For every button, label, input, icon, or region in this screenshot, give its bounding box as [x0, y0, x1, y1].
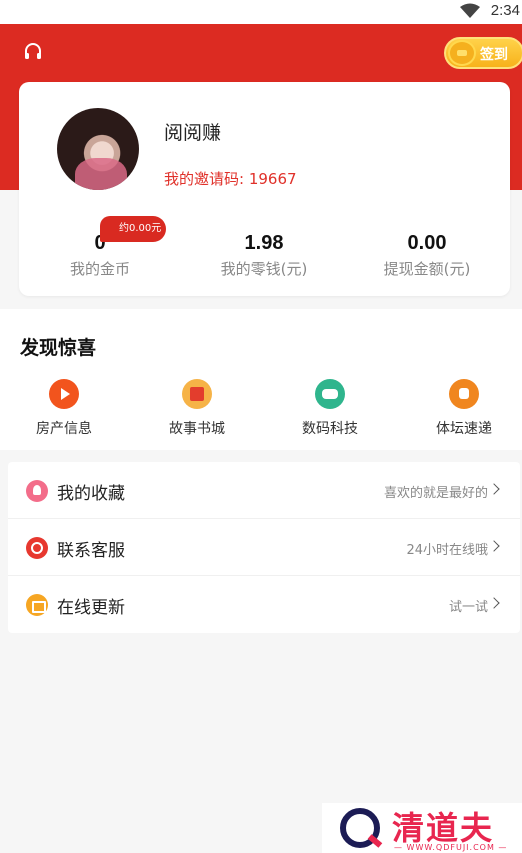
menu-item-favorites[interactable]: 我的收藏 喜欢的就是最好的 — [8, 462, 520, 519]
q-logo-icon — [340, 808, 380, 848]
category-label: 体坛速递 — [436, 421, 492, 437]
wifi-icon — [460, 3, 480, 18]
avatar[interactable] — [57, 108, 139, 190]
category-label: 故事书城 — [169, 421, 225, 437]
invite-code[interactable]: 我的邀请码: 19667 — [164, 168, 297, 189]
status-time: 2:34 — [490, 2, 520, 19]
signin-button[interactable]: 签到 — [444, 37, 522, 69]
menu-hint: 试一试 — [448, 600, 488, 615]
play-icon — [49, 379, 79, 409]
profile-card: 阅阅赚 我的邀请码: 19667 0 我的金币 1.98 我的零钱(元) 0.0… — [19, 82, 510, 296]
stat-label: 我的金币 — [69, 260, 130, 278]
signin-label: 签到 — [480, 47, 508, 63]
book-icon — [182, 379, 212, 409]
watermark-logo: 清道夫 — WWW.QDFUJI.COM — — [322, 803, 522, 853]
menu-item-customer-service[interactable]: 联系客服 24小时在线哦 — [8, 519, 520, 576]
stat-label: 提现金额(元) — [383, 260, 471, 278]
chevron-right-icon — [488, 483, 500, 495]
chevron-right-icon — [488, 597, 500, 609]
coin-icon — [448, 40, 476, 66]
menu-label: 联系客服 — [57, 541, 125, 561]
bag-icon — [449, 379, 479, 409]
menu-label: 我的收藏 — [57, 484, 125, 504]
update-icon — [26, 594, 48, 616]
status-bar: 2:34 — [0, 0, 522, 24]
stat-label: 我的零钱(元) — [220, 260, 308, 278]
category-digital-tech[interactable]: 数码科技 — [280, 379, 380, 438]
discover-title: 发现惊喜 — [20, 337, 97, 359]
stat-value: 0.00 — [407, 232, 447, 254]
coin-value-badge: 约0.00元 — [100, 216, 166, 242]
menu-hint: 喜欢的就是最好的 — [383, 486, 488, 501]
settings-menu: 我的收藏 喜欢的就是最好的 联系客服 24小时在线哦 在线更新 试一试 — [8, 462, 520, 633]
stat-value: 1.98 — [244, 232, 284, 254]
discover-section: 发现惊喜 房产信息 故事书城 数码科技 体坛速递 — [0, 309, 522, 450]
menu-hint: 24小时在线哦 — [406, 543, 488, 558]
category-real-estate[interactable]: 房产信息 — [14, 379, 114, 438]
headset-icon[interactable] — [22, 41, 44, 63]
gamepad-icon — [315, 379, 345, 409]
category-sports-news[interactable]: 体坛速递 — [414, 379, 514, 438]
stat-withdraw[interactable]: 0.00 提现金额(元) — [352, 232, 502, 279]
category-story-books[interactable]: 故事书城 — [147, 379, 247, 438]
user-name: 阅阅赚 — [164, 122, 222, 144]
category-label: 数码科技 — [302, 421, 358, 437]
category-label: 房产信息 — [36, 421, 92, 437]
menu-item-online-update[interactable]: 在线更新 试一试 — [8, 576, 520, 633]
menu-label: 在线更新 — [57, 598, 125, 618]
watermark-url: — WWW.QDFUJI.COM — — [394, 843, 508, 852]
stat-change[interactable]: 1.98 我的零钱(元) — [189, 232, 339, 279]
favorite-icon — [26, 480, 48, 502]
chevron-right-icon — [488, 540, 500, 552]
service-icon — [26, 537, 48, 559]
